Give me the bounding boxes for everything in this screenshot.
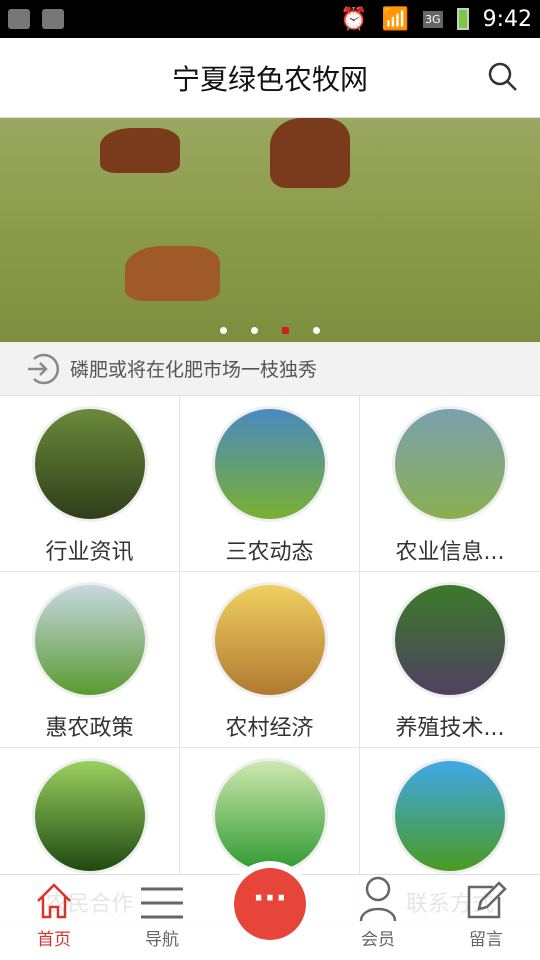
category-image: [392, 406, 508, 522]
banner-image-cow: [270, 118, 350, 188]
play-store-icon: [42, 9, 64, 29]
news-ticker[interactable]: 磷肥或将在化肥市场一枝独秀: [0, 342, 540, 396]
clock: 9:42: [482, 6, 532, 32]
status-bar: ⏰ 📶 3G 9:42: [0, 0, 540, 38]
tab-home-label: 首页: [37, 930, 71, 950]
refresh-arrow-icon: [28, 353, 60, 384]
search-icon[interactable]: [488, 62, 518, 92]
banner-image: [100, 128, 180, 173]
category-label: 农村经济: [225, 716, 314, 741]
category-label: 惠农政策: [45, 716, 134, 741]
battery-icon: [456, 8, 469, 30]
category-label: 行业资讯: [45, 540, 134, 565]
wifi-icon: 📶: [381, 6, 410, 32]
more-icon: ···: [234, 868, 306, 940]
banner-image-cow: [125, 246, 220, 301]
menu-icon: [141, 887, 183, 919]
category-image: [392, 582, 508, 698]
tab-navigation[interactable]: 导航: [108, 875, 216, 960]
category-image: [31, 758, 148, 874]
tab-message[interactable]: 留言: [432, 875, 540, 960]
banner-carousel[interactable]: [0, 118, 540, 342]
home-icon: [37, 883, 71, 919]
user-icon: [359, 876, 397, 921]
category-image: [392, 758, 508, 874]
tab-navigation-label: 导航: [145, 930, 179, 950]
edit-icon: [467, 881, 507, 919]
category-image: [31, 582, 148, 698]
category-label: 农业信息...: [395, 540, 505, 565]
carousel-indicator[interactable]: [0, 327, 540, 334]
tab-member[interactable]: 会员: [324, 875, 432, 960]
news-ticker-text: 磷肥或将在化肥市场一枝独秀: [70, 359, 318, 381]
category-grid: 行业资讯三农动态农业信息...惠农政策农村经济养殖技术...农民合作企业网联系方…: [0, 396, 540, 924]
signal-icon: 3G: [423, 10, 443, 28]
tab-more[interactable]: ···: [216, 861, 324, 960]
category-label: 养殖技术...: [395, 716, 505, 741]
category-label: 三农动态: [225, 540, 314, 565]
category-image: [211, 406, 328, 522]
category-item[interactable]: 农村经济: [180, 572, 360, 748]
category-item[interactable]: 三农动态: [180, 396, 360, 572]
category-item[interactable]: 行业资讯: [0, 396, 180, 572]
category-image: [31, 406, 148, 522]
category-item[interactable]: 惠农政策: [0, 572, 180, 748]
tab-message-label: 留言: [469, 930, 503, 950]
app-header: 宁夏绿色农牧网: [0, 38, 540, 118]
page-title: 宁夏绿色农牧网: [171, 62, 368, 96]
category-item[interactable]: 农业信息...: [360, 396, 540, 572]
category-image: [211, 582, 328, 698]
alarm-icon: ⏰: [340, 6, 368, 32]
bottom-tab-bar: 首页 导航 ··· 会员 留言: [0, 861, 540, 960]
category-item[interactable]: 养殖技术...: [360, 572, 540, 748]
tab-home[interactable]: 首页: [0, 875, 108, 960]
more-button[interactable]: ···: [227, 861, 313, 947]
gallery-icon: [8, 9, 30, 29]
category-image: [211, 758, 328, 874]
tab-member-label: 会员: [361, 930, 395, 950]
